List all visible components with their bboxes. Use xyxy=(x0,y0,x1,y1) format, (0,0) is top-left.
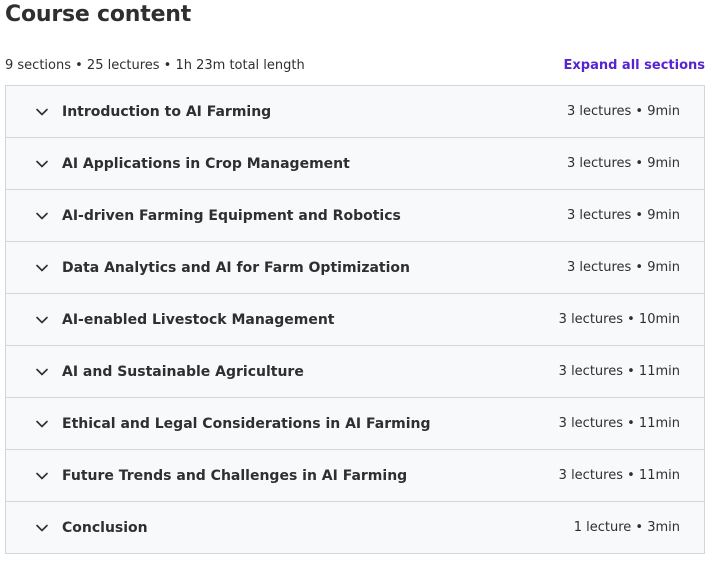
section-meta: 3 lectures • 9min xyxy=(566,104,680,119)
section-title: Future Trends and Challenges in AI Farmi… xyxy=(62,467,408,484)
chevron-down-icon xyxy=(35,157,49,171)
section-title: AI-enabled Livestock Management xyxy=(62,311,335,328)
chevron-down-icon xyxy=(35,521,49,535)
section-title: Data Analytics and AI for Farm Optimizat… xyxy=(62,259,410,276)
section-meta: 1 lecture • 3min xyxy=(573,520,680,535)
section-item-future-trends[interactable]: Future Trends and Challenges in AI Farmi… xyxy=(6,450,704,502)
section-meta: 3 lectures • 9min xyxy=(566,260,680,275)
section-title: Introduction to AI Farming xyxy=(62,103,272,120)
section-item-sustainable-agriculture[interactable]: AI and Sustainable Agriculture 3 lecture… xyxy=(6,346,704,398)
section-item-equipment-robotics[interactable]: AI-driven Farming Equipment and Robotics… xyxy=(6,190,704,242)
chevron-down-icon xyxy=(35,313,49,327)
section-item-introduction[interactable]: Introduction to AI Farming 3 lectures • … xyxy=(6,86,704,138)
section-item-conclusion[interactable]: Conclusion 1 lecture • 3min xyxy=(6,502,704,554)
chevron-down-icon xyxy=(35,105,49,119)
section-title: AI-driven Farming Equipment and Robotics xyxy=(62,207,401,224)
page-title: Course content xyxy=(5,2,192,27)
chevron-down-icon xyxy=(35,417,49,431)
chevron-down-icon xyxy=(35,209,49,223)
section-meta: 3 lectures • 9min xyxy=(566,208,680,223)
section-item-ethical-legal[interactable]: Ethical and Legal Considerations in AI F… xyxy=(6,398,704,450)
section-meta: 3 lectures • 11min xyxy=(558,468,680,483)
section-title: Ethical and Legal Considerations in AI F… xyxy=(62,415,431,432)
section-list: Introduction to AI Farming 3 lectures • … xyxy=(5,85,705,554)
expand-all-sections-button[interactable]: Expand all sections xyxy=(564,58,706,73)
section-title: Conclusion xyxy=(62,519,148,536)
course-summary-row: 9 sections • 25 lectures • 1h 23m total … xyxy=(5,55,705,75)
section-item-crop-management[interactable]: AI Applications in Crop Management 3 lec… xyxy=(6,138,704,190)
chevron-down-icon xyxy=(35,261,49,275)
section-title: AI Applications in Crop Management xyxy=(62,155,350,172)
section-item-data-analytics[interactable]: Data Analytics and AI for Farm Optimizat… xyxy=(6,242,704,294)
chevron-down-icon xyxy=(35,365,49,379)
section-meta: 3 lectures • 11min xyxy=(558,364,680,379)
section-meta: 3 lectures • 10min xyxy=(558,312,680,327)
section-item-livestock[interactable]: AI-enabled Livestock Management 3 lectur… xyxy=(6,294,704,346)
section-title: AI and Sustainable Agriculture xyxy=(62,363,304,380)
chevron-down-icon xyxy=(35,469,49,483)
course-summary: 9 sections • 25 lectures • 1h 23m total … xyxy=(5,57,305,73)
section-meta: 3 lectures • 9min xyxy=(566,156,680,171)
section-meta: 3 lectures • 11min xyxy=(558,416,680,431)
